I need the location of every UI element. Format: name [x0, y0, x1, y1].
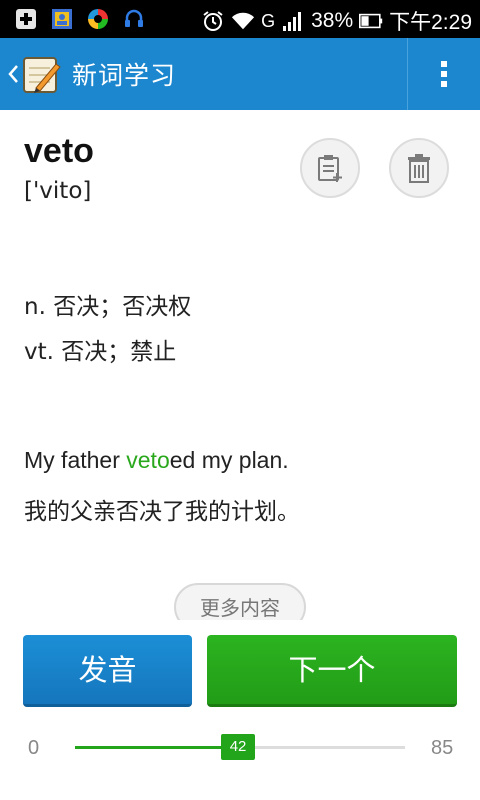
- definition-line: n. 否决；否决权: [24, 294, 192, 320]
- network-type: G: [261, 10, 276, 31]
- system-status: G 38% 下午2:29: [201, 6, 472, 36]
- example-highlight: veto: [126, 447, 170, 473]
- progress-max-label: 85: [431, 737, 454, 759]
- word-phonetic: ['vito]: [24, 178, 92, 204]
- overflow-menu-button[interactable]: [408, 38, 480, 110]
- action-bar: 新词学习: [0, 38, 480, 110]
- example-translation: 我的父亲否决了我的计划。: [24, 499, 300, 525]
- word-headword: veto: [24, 132, 94, 170]
- battery-icon: [359, 9, 383, 33]
- wifi-icon: [231, 9, 255, 33]
- overflow-menu-icon: [441, 61, 447, 87]
- colorful-app-icon: [86, 7, 110, 31]
- alarm-icon: [201, 9, 225, 33]
- pronounce-button[interactable]: 发音: [23, 635, 192, 707]
- status-bar: G 38% 下午2:29: [0, 0, 480, 38]
- notification-icons: [14, 7, 146, 31]
- contacts-icon: [50, 7, 74, 31]
- trash-icon: [408, 154, 430, 183]
- definition-line: vt. 否决；禁止: [24, 339, 177, 365]
- example-sentence: My father vetoed my plan.: [24, 447, 289, 474]
- progress-fill: [75, 746, 239, 749]
- next-word-button[interactable]: 下一个: [207, 635, 457, 707]
- note-add-icon: [318, 155, 342, 182]
- page-title: 新词学习: [72, 61, 177, 90]
- delete-word-button[interactable]: [389, 138, 449, 198]
- example-text-after: ed my plan.: [169, 447, 289, 473]
- signal-icon: [281, 9, 305, 33]
- example-text-before: My father: [24, 447, 127, 473]
- clock: 下午2:29: [389, 11, 472, 34]
- progress-min-label: 0: [28, 737, 40, 759]
- progress-thumb[interactable]: 42: [221, 734, 256, 760]
- plus-square-icon: [14, 7, 38, 31]
- battery-percent: 38%: [311, 9, 354, 32]
- add-note-button[interactable]: [300, 138, 360, 198]
- notebook-app-icon[interactable]: [22, 54, 62, 94]
- chevron-left-icon[interactable]: [6, 60, 20, 88]
- headset-icon: [122, 7, 146, 31]
